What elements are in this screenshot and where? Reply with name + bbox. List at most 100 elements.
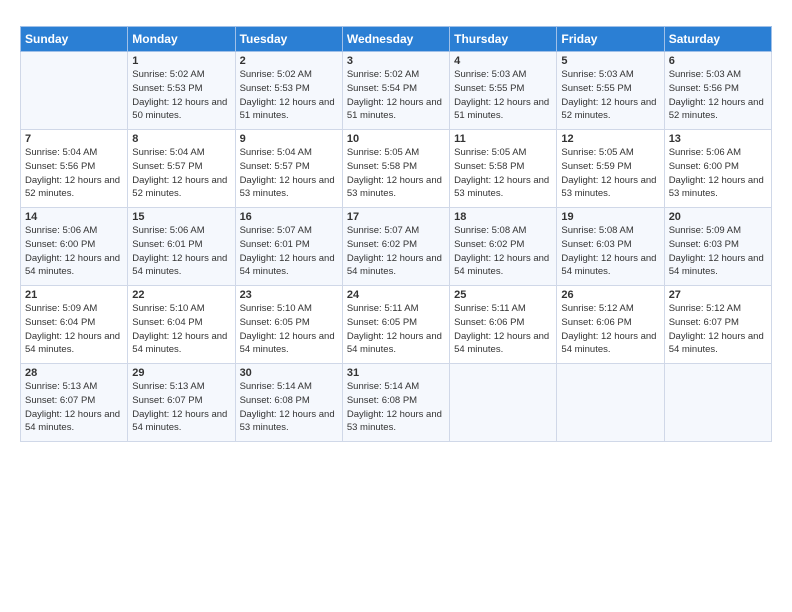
calendar-cell: 20Sunrise: 5:09 AMSunset: 6:03 PMDayligh… bbox=[664, 208, 771, 286]
sunset-text: Sunset: 6:02 PM bbox=[347, 239, 417, 250]
daylight-text: Daylight: 12 hours and 53 minutes. bbox=[347, 175, 442, 200]
daylight-text: Daylight: 12 hours and 54 minutes. bbox=[25, 253, 120, 278]
daylight-text: Daylight: 12 hours and 53 minutes. bbox=[454, 175, 549, 200]
cell-info: Sunrise: 5:06 AMSunset: 6:01 PMDaylight:… bbox=[132, 224, 230, 279]
cell-info: Sunrise: 5:06 AMSunset: 6:00 PMDaylight:… bbox=[669, 146, 767, 201]
sunset-text: Sunset: 6:06 PM bbox=[454, 317, 524, 328]
sunset-text: Sunset: 6:07 PM bbox=[25, 395, 95, 406]
sunrise-text: Sunrise: 5:04 AM bbox=[240, 147, 312, 158]
sunset-text: Sunset: 5:57 PM bbox=[240, 161, 310, 172]
sunset-text: Sunset: 6:02 PM bbox=[454, 239, 524, 250]
daylight-text: Daylight: 12 hours and 54 minutes. bbox=[240, 331, 335, 356]
daylight-text: Daylight: 12 hours and 54 minutes. bbox=[132, 409, 227, 434]
cell-info: Sunrise: 5:06 AM Sunset: 6:00 PM Daylight:… bbox=[25, 224, 123, 279]
calendar-cell: 14 Sunrise: 5:06 AM Sunset: 6:00 PM Dayligh… bbox=[21, 208, 128, 286]
sunset-text: Sunset: 6:06 PM bbox=[561, 317, 631, 328]
day-number: 3 bbox=[347, 55, 445, 67]
cell-info: Sunrise: 5:07 AM Sunset: 6:01 PM Daylight:… bbox=[240, 224, 338, 279]
sunset-text: Sunset: 6:08 PM bbox=[347, 395, 417, 406]
sunrise-text: Sunrise: 5:11 AM bbox=[454, 303, 526, 314]
daylight-text: Daylight: 12 hours and 54 minutes. bbox=[561, 253, 656, 278]
calendar-cell: 29Sunrise: 5:13 AMSunset: 6:07 PMDayligh… bbox=[128, 364, 235, 442]
day-number: 6 bbox=[669, 55, 767, 67]
sunrise-text: Sunrise: 5:14 AM bbox=[240, 381, 312, 392]
cell-info: Sunrise: 5:10 AMSunset: 6:04 PMDaylight:… bbox=[132, 302, 230, 357]
sunrise-text: Sunrise: 5:05 AM bbox=[347, 147, 419, 158]
calendar-cell: 25Sunrise: 5:11 AMSunset: 6:06 PMDayligh… bbox=[450, 286, 557, 364]
cell-info: Sunrise: 5:10 AMSunset: 6:05 PMDaylight:… bbox=[240, 302, 338, 357]
cell-info: Sunrise: 5:12 AMSunset: 6:06 PMDaylight:… bbox=[561, 302, 659, 357]
daylight-text: Daylight: 12 hours and 52 minutes. bbox=[669, 97, 764, 122]
daylight-text: Daylight: 12 hours and 54 minutes. bbox=[454, 331, 549, 356]
cell-info: Sunrise: 5:13 AMSunset: 6:07 PMDaylight:… bbox=[132, 380, 230, 435]
week-row-4: 28Sunrise: 5:13 AMSunset: 6:07 PMDayligh… bbox=[21, 364, 772, 442]
day-number: 19 bbox=[561, 211, 659, 223]
sunset-text: Sunset: 6:07 PM bbox=[132, 395, 202, 406]
sunrise-text: Sunrise: 5:07 AM bbox=[240, 225, 312, 236]
sunset-text: Sunset: 6:03 PM bbox=[561, 239, 631, 250]
cell-info: Sunrise: 5:08 AMSunset: 6:02 PMDaylight:… bbox=[454, 224, 552, 279]
day-number: 31 bbox=[347, 367, 445, 379]
day-number: 9 bbox=[240, 133, 338, 145]
calendar-cell: 22Sunrise: 5:10 AMSunset: 6:04 PMDayligh… bbox=[128, 286, 235, 364]
cell-info: Sunrise: 5:04 AM Sunset: 5:57 PM Daylight:… bbox=[240, 146, 338, 201]
calendar-cell bbox=[664, 364, 771, 442]
daylight-text: Daylight: 12 hours and 54 minutes. bbox=[454, 253, 549, 278]
calendar-cell: 31Sunrise: 5:14 AMSunset: 6:08 PMDayligh… bbox=[342, 364, 449, 442]
calendar-cell: 2Sunrise: 5:02 AMSunset: 5:53 PMDaylight… bbox=[235, 52, 342, 130]
day-number: 14 bbox=[25, 211, 123, 223]
daylight-text: Daylight: 12 hours and 54 minutes. bbox=[240, 253, 335, 278]
day-number: 29 bbox=[132, 367, 230, 379]
sunset-text: Sunset: 6:01 PM bbox=[240, 239, 310, 250]
sunset-text: Sunset: 6:08 PM bbox=[240, 395, 310, 406]
sunrise-text: Sunrise: 5:05 AM bbox=[454, 147, 526, 158]
cell-info: Sunrise: 5:05 AMSunset: 5:59 PMDaylight:… bbox=[561, 146, 659, 201]
header-sunday: Sunday bbox=[21, 27, 128, 52]
daylight-text: Daylight: 12 hours and 52 minutes. bbox=[25, 175, 120, 200]
week-row-3: 21Sunrise: 5:09 AMSunset: 6:04 PMDayligh… bbox=[21, 286, 772, 364]
calendar-cell: 8Sunrise: 5:04 AMSunset: 5:57 PMDaylight… bbox=[128, 130, 235, 208]
daylight-text: Daylight: 12 hours and 53 minutes. bbox=[561, 175, 656, 200]
daylight-text: Daylight: 12 hours and 52 minutes. bbox=[561, 97, 656, 122]
sunset-text: Sunset: 6:00 PM bbox=[25, 239, 95, 250]
day-number: 7 bbox=[25, 133, 123, 145]
day-number: 8 bbox=[132, 133, 230, 145]
sunset-text: Sunset: 6:03 PM bbox=[669, 239, 739, 250]
sunset-text: Sunset: 5:58 PM bbox=[454, 161, 524, 172]
daylight-text: Daylight: 12 hours and 54 minutes. bbox=[347, 253, 442, 278]
calendar-cell: 10Sunrise: 5:05 AMSunset: 5:58 PMDayligh… bbox=[342, 130, 449, 208]
day-number: 16 bbox=[240, 211, 338, 223]
calendar-header: SundayMondayTuesdayWednesdayThursdayFrid… bbox=[21, 27, 772, 52]
sunset-text: Sunset: 5:59 PM bbox=[561, 161, 631, 172]
daylight-text: Daylight: 12 hours and 51 minutes. bbox=[240, 97, 335, 122]
sunset-text: Sunset: 5:57 PM bbox=[132, 161, 202, 172]
calendar-page: General Blue SundayMondayTuesdayWednesda… bbox=[0, 0, 792, 612]
calendar-cell: 5Sunrise: 5:03 AMSunset: 5:55 PMDaylight… bbox=[557, 52, 664, 130]
sunrise-text: Sunrise: 5:03 AM bbox=[561, 69, 633, 80]
daylight-text: Daylight: 12 hours and 54 minutes. bbox=[132, 331, 227, 356]
calendar-cell: 26Sunrise: 5:12 AMSunset: 6:06 PMDayligh… bbox=[557, 286, 664, 364]
sunset-text: Sunset: 5:55 PM bbox=[561, 83, 631, 94]
header-tuesday: Tuesday bbox=[235, 27, 342, 52]
sunrise-text: Sunrise: 5:06 AM bbox=[25, 225, 97, 236]
cell-info: Sunrise: 5:02 AMSunset: 5:53 PMDaylight:… bbox=[240, 68, 338, 123]
daylight-text: Daylight: 12 hours and 50 minutes. bbox=[132, 97, 227, 122]
day-number: 17 bbox=[347, 211, 445, 223]
daylight-text: Daylight: 12 hours and 53 minutes. bbox=[347, 409, 442, 434]
day-number: 10 bbox=[347, 133, 445, 145]
calendar-cell: 24Sunrise: 5:11 AMSunset: 6:05 PMDayligh… bbox=[342, 286, 449, 364]
day-number: 4 bbox=[454, 55, 552, 67]
calendar-cell: 18Sunrise: 5:08 AMSunset: 6:02 PMDayligh… bbox=[450, 208, 557, 286]
cell-info: Sunrise: 5:14 AMSunset: 6:08 PMDaylight:… bbox=[347, 380, 445, 435]
daylight-text: Daylight: 12 hours and 53 minutes. bbox=[240, 175, 335, 200]
header-row: SundayMondayTuesdayWednesdayThursdayFrid… bbox=[21, 27, 772, 52]
calendar-cell: 17Sunrise: 5:07 AMSunset: 6:02 PMDayligh… bbox=[342, 208, 449, 286]
sunset-text: Sunset: 5:55 PM bbox=[454, 83, 524, 94]
day-number: 22 bbox=[132, 289, 230, 301]
calendar-cell: 16 Sunrise: 5:07 AM Sunset: 6:01 PM Dayligh… bbox=[235, 208, 342, 286]
day-number: 12 bbox=[561, 133, 659, 145]
calendar-cell bbox=[450, 364, 557, 442]
calendar-cell bbox=[557, 364, 664, 442]
calendar-cell: 15Sunrise: 5:06 AMSunset: 6:01 PMDayligh… bbox=[128, 208, 235, 286]
header-thursday: Thursday bbox=[450, 27, 557, 52]
